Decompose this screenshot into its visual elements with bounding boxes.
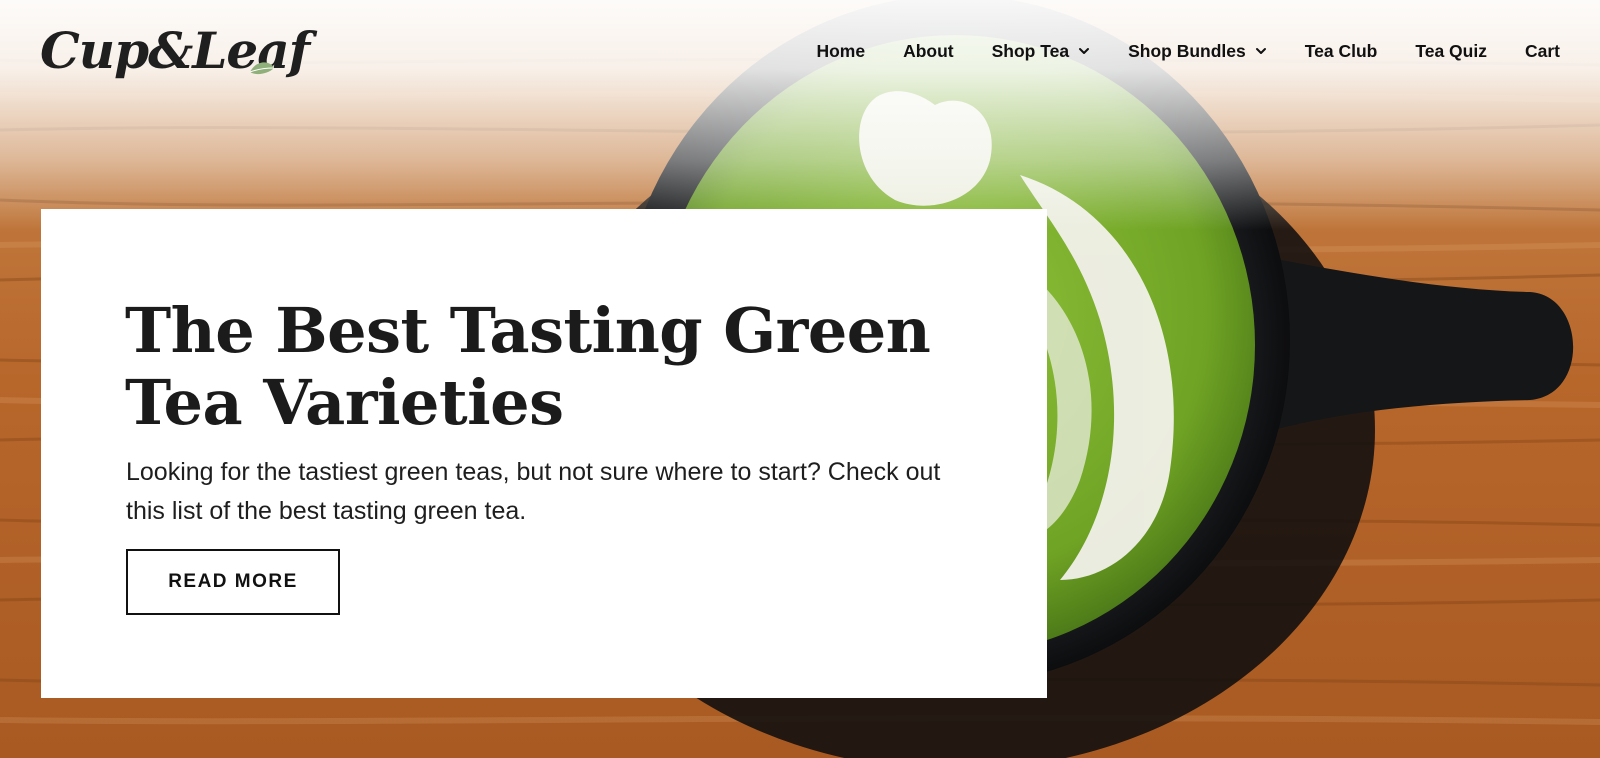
nav-item-shop-tea[interactable]: Shop Tea [992,41,1090,62]
page-title: The Best Tasting Green Tea Varieties [125,294,931,439]
nav-item-label: Home [816,40,866,61]
nav-item-label: Cart [1524,40,1560,61]
hero-card: The Best Tasting Green Tea Varieties Loo… [41,209,1047,698]
chevron-down-icon [1255,48,1266,54]
nav-item-home[interactable]: Home [816,41,865,62]
nav-item-label: Shop Bundles [1128,40,1246,61]
nav-item-label: Shop Tea [991,40,1070,61]
nav-item-label: Tea Quiz [1415,40,1487,61]
nav-item-label: About [903,40,954,61]
hero-subtitle: Looking for the tastiest green teas, but… [126,458,941,525]
hero-section: Cup&Leaf Home About Shop Tea Shop Bundle… [0,0,1600,758]
chevron-down-icon [1079,48,1090,54]
leaf-icon [249,62,275,75]
nav-item-cart[interactable]: Cart [1525,41,1560,62]
nav-item-tea-quiz[interactable]: Tea Quiz [1415,41,1487,62]
site-header: Cup&Leaf Home About Shop Tea Shop Bundle… [0,0,1600,100]
main-nav: Home About Shop Tea Shop Bundles Tea Clu… [816,38,1560,64]
nav-item-shop-bundles[interactable]: Shop Bundles [1128,41,1267,62]
nav-item-tea-club[interactable]: Tea Club [1305,41,1378,62]
read-more-button[interactable]: READ MORE [126,549,340,615]
nav-item-label: Tea Club [1304,40,1378,61]
brand-logo[interactable]: Cup&Leaf [40,18,310,84]
nav-item-about[interactable]: About [903,41,954,62]
